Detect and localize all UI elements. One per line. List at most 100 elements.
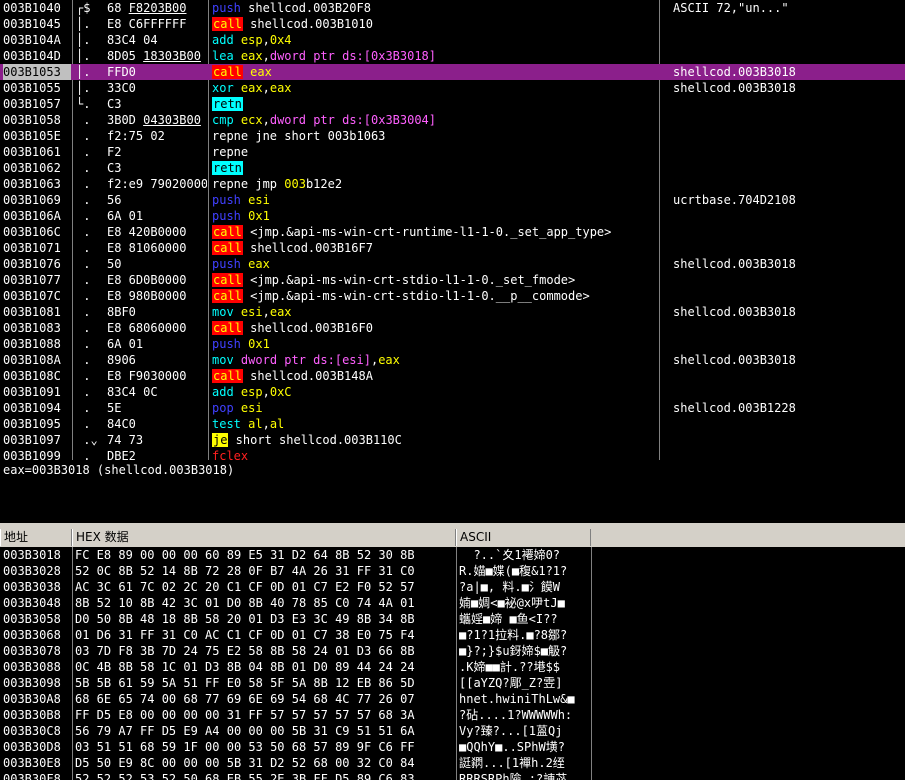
disassembly-row[interactable]: 003B106C . E8 420B0000 call <jmp.&api-ms-w… xyxy=(0,224,905,240)
row-comment xyxy=(673,384,903,400)
disassembly-row[interactable]: 003B1099 . DBE2 fclex xyxy=(0,448,905,460)
disassembly-row[interactable]: 003B1088 . 6A 01 push 0x1 xyxy=(0,336,905,352)
dump-row[interactable]: 003B30B8 FF D5 E8 00 00 00 00 31 FF 57 57… xyxy=(0,707,905,723)
row-hex: F2 xyxy=(107,145,122,159)
dump-row-ascii: .K媂■■計.??塂$$ xyxy=(459,660,561,674)
row-hex: 50 xyxy=(107,257,122,271)
row-marker: │. xyxy=(76,33,91,47)
disassembly-row[interactable]: 003B1062 . C3 retn xyxy=(0,160,905,176)
disassembly-row[interactable]: 003B1069 . 56 push esi ucrtbase.704D2108 xyxy=(0,192,905,208)
dump-row-ascii: hnet.hwiniThLw&■ xyxy=(459,692,575,706)
dump-row-hex: FF D5 E8 00 00 00 00 31 FF 57 57 57 57 5… xyxy=(75,708,415,722)
disassembly-row[interactable]: 003B1095 . 84C0 test al,al xyxy=(0,416,905,432)
row-address: 003B1040 xyxy=(3,1,61,15)
header-ascii[interactable]: ASCII xyxy=(456,529,591,546)
dump-row-ascii: 婻■婤<■袐@x吚tJ■ xyxy=(459,596,565,610)
disassembly-row[interactable]: 003B1081 . 8BF0 mov esi,eax shellcod.003B30… xyxy=(0,304,905,320)
row-address: 003B1091 xyxy=(3,385,61,399)
dump-row-hex: AC 3C 61 7C 02 2C 20 C1 CF 0D 01 C7 E2 F… xyxy=(75,580,415,594)
dump-row-address: 003B30B8 xyxy=(3,708,61,722)
disassembly-row[interactable]: 003B108C . E8 F9030000 call shellcod.003B1… xyxy=(0,368,905,384)
dump-row[interactable]: 003B3068 01 D6 31 FF 31 C0 AC C1 CF 0D 01… xyxy=(0,627,905,643)
memory-dump-pane[interactable]: 地址 HEX 数据 ASCII 003B3018 FC E8 89 00 00 0… xyxy=(0,528,905,780)
dump-row-hex: 0C 4B 8B 58 1C 01 D3 8B 04 8B 01 D0 89 4… xyxy=(75,660,415,674)
row-comment xyxy=(673,416,903,432)
dump-row[interactable]: 003B3088 0C 4B 8B 58 1C 01 D3 8B 04 8B 01… xyxy=(0,659,905,675)
disassembly-row[interactable]: 003B1071 . E8 81060000 call shellcod.003B1… xyxy=(0,240,905,256)
dump-row[interactable]: 003B3058 D0 50 8B 48 18 8B 58 20 01 D3 E3… xyxy=(0,611,905,627)
disassembly-row[interactable]: 003B107C . E8 980B0000 call <jmp.&api-ms-w… xyxy=(0,288,905,304)
row-comment: shellcod.003B3018 xyxy=(673,81,796,95)
dump-row[interactable]: 003B3098 5B 5B 61 59 5A 51 FF E0 58 5F 5A… xyxy=(0,675,905,691)
row-hex: f2:e9 79020000 xyxy=(107,177,207,191)
row-hex: 83C4 0C xyxy=(107,385,158,399)
disassembly-row[interactable]: 003B1045 │. E8 C6FFFFFF call shellcod.003B1… xyxy=(0,16,905,32)
dump-row[interactable]: 003B30D8 03 51 51 68 59 1F 00 00 53 50 68… xyxy=(0,739,905,755)
row-hex: DBE2 xyxy=(107,449,136,460)
dump-row-ascii: ?砧....1?WWWWWh: xyxy=(459,708,573,722)
row-comment xyxy=(673,16,903,32)
disassembly-row[interactable]: 003B1061 . F2 repne xyxy=(0,144,905,160)
disassembly-row[interactable]: 003B1094 . 5E pop esi shellcod.003B1228 xyxy=(0,400,905,416)
disassembly-row[interactable]: 003B1053 │. FFD0 call eax shellcod.003B3018 xyxy=(0,64,905,80)
disassembly-row[interactable]: 003B1091 . 83C4 0C add esp,0xC xyxy=(0,384,905,400)
row-comment xyxy=(673,432,903,448)
dump-row[interactable]: 003B30A8 68 6E 65 74 00 68 77 69 6E 69 54… xyxy=(0,691,905,707)
disassembly-row[interactable]: 003B106A . 6A 01 push 0x1 xyxy=(0,208,905,224)
row-address: 003B1081 xyxy=(3,305,61,319)
dump-row[interactable]: 003B3028 52 0C 8B 52 14 8B 72 28 0F B7 4A… xyxy=(0,563,905,579)
disassembly-row[interactable]: 003B1057 └. C3 retn xyxy=(0,96,905,112)
dump-row[interactable]: 003B30E8 D5 50 E9 8C 00 00 00 5B 31 D2 52… xyxy=(0,755,905,771)
row-marker: . xyxy=(76,321,91,335)
row-instruction: je short shellcod.003B110C xyxy=(212,433,402,447)
disassembly-row[interactable]: 003B1076 . 50 push eax shellcod.003B3018 xyxy=(0,256,905,272)
dump-row[interactable]: 003B3048 8B 52 10 8B 42 3C 01 D0 8B 40 78… xyxy=(0,595,905,611)
disassembly-row[interactable]: 003B1063 . f2:e9 79020000 repne jmp 003b12… xyxy=(0,176,905,192)
row-comment xyxy=(673,224,903,240)
row-hex: E8 C6FFFFFF xyxy=(107,17,187,31)
row-comment: shellcod.003B3018 xyxy=(673,353,796,367)
row-address: 003B106A xyxy=(3,209,61,223)
row-hex: E8 420B0000 xyxy=(107,225,187,239)
row-instruction: push shellcod.003B20F8 xyxy=(212,1,371,15)
disassembly-row[interactable]: 003B104A │. 83C4 04 add esp,0x4 xyxy=(0,32,905,48)
disassembly-pane[interactable]: 003B1040 ┌$ 68 F8203B00 push shellcod.003B2… xyxy=(0,0,905,460)
disassembly-row[interactable]: 003B1097 .⌄ 74 73 je short shellcod.003B11… xyxy=(0,432,905,448)
row-instruction: retn xyxy=(212,97,243,111)
row-address: 003B1069 xyxy=(3,193,61,207)
dump-row[interactable]: 003B3078 03 7D F8 3B 7D 24 75 E2 58 8B 58… xyxy=(0,643,905,659)
disassembly-row[interactable]: 003B108A . 8906 mov dword ptr ds:[esi],eax… xyxy=(0,352,905,368)
row-hex: E8 980B0000 xyxy=(107,289,187,303)
header-hex[interactable]: HEX 数据 xyxy=(72,529,456,546)
disassembly-row[interactable]: 003B1077 . E8 6D0B0000 call <jmp.&api-ms-w… xyxy=(0,272,905,288)
row-hex: 74 73 xyxy=(107,433,144,447)
disassembly-row[interactable]: 003B105E . f2:75 02 repne jne short 003b10… xyxy=(0,128,905,144)
row-comment xyxy=(673,368,903,384)
disassembly-row[interactable]: 003B1040 ┌$ 68 F8203B00 push shellcod.003B2… xyxy=(0,0,905,16)
header-address[interactable]: 地址 xyxy=(0,529,72,546)
row-instruction: mov esi,eax xyxy=(212,305,292,319)
disassembly-row[interactable]: 003B1058 . 3B0D 04303B00 cmp ecx,dword ptr… xyxy=(0,112,905,128)
dump-row[interactable]: 003B3018 FC E8 89 00 00 00 60 89 E5 31 D2… xyxy=(0,547,905,563)
disassembly-row[interactable]: 003B1055 │. 33C0 xor eax,eax shellcod.003B30… xyxy=(0,80,905,96)
dump-row[interactable]: 003B30F8 52 52 52 53 52 50 68 EB 55 2E 3B… xyxy=(0,771,905,780)
row-comment: shellcod.003B3018 xyxy=(673,305,796,319)
dump-row[interactable]: 003B3038 AC 3C 61 7C 02 2C 20 C1 CF 0D 01… xyxy=(0,579,905,595)
row-marker: . xyxy=(76,337,91,351)
dump-header: 地址 HEX 数据 ASCII xyxy=(0,528,905,547)
dump-row[interactable]: 003B30C8 56 79 A7 FF D5 E9 A4 00 00 00 5B… xyxy=(0,723,905,739)
dump-row-hex: 52 0C 8B 52 14 8B 72 28 0F B7 4A 26 31 F… xyxy=(75,564,415,578)
dump-row-address: 003B3098 xyxy=(3,676,61,690)
row-hex: E8 6D0B0000 xyxy=(107,273,187,287)
row-address: 003B1053 xyxy=(3,64,71,80)
row-hex: f2:75 02 xyxy=(107,129,165,143)
row-address: 003B108A xyxy=(3,353,61,367)
row-instruction: push 0x1 xyxy=(212,209,270,223)
row-hex: C3 xyxy=(107,97,122,111)
row-hex: E8 F9030000 xyxy=(107,369,187,383)
dump-row-address: 003B30D8 xyxy=(3,740,61,754)
disassembly-row[interactable]: 003B104D │. 8D05 18303B00 lea eax,dword ptr… xyxy=(0,48,905,64)
row-hex: C3 xyxy=(107,161,122,175)
disassembly-row[interactable]: 003B1083 . E8 68060000 call shellcod.003B1… xyxy=(0,320,905,336)
row-marker: . xyxy=(76,209,91,223)
